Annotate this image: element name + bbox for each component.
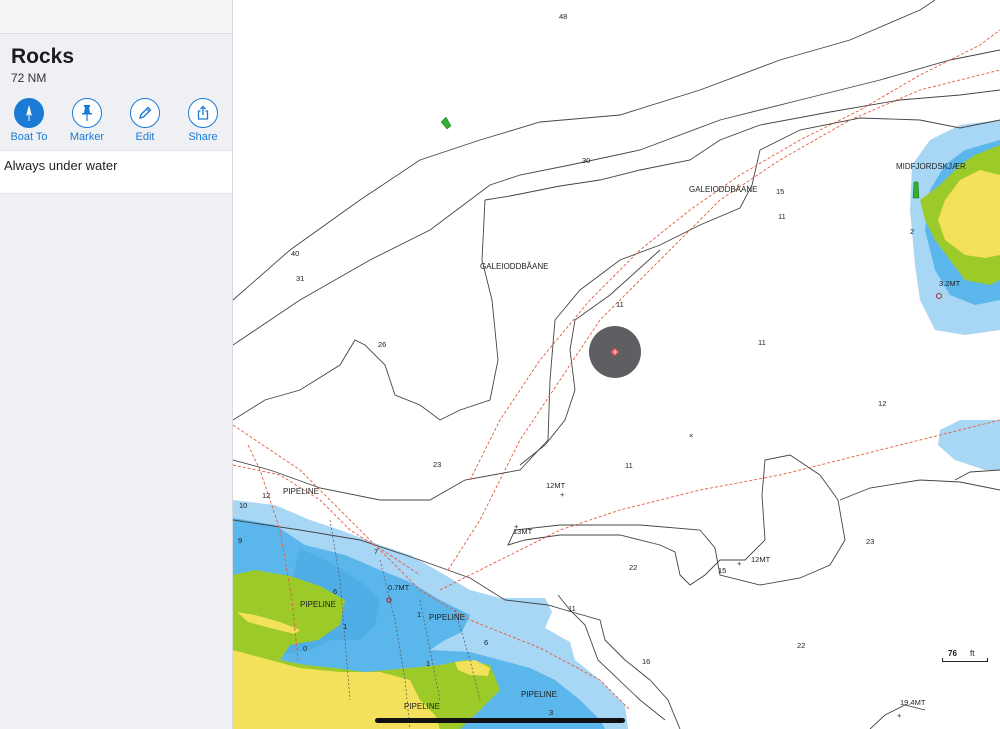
home-indicator[interactable] — [375, 718, 625, 723]
sounding: 30 — [582, 156, 590, 165]
boat-to-button[interactable]: Boat To — [4, 98, 54, 143]
svg-text:×: × — [689, 431, 693, 440]
svg-text:+: + — [560, 490, 565, 499]
nautical-chart[interactable]: × + + + + GALEIODDBÅANE GALEIODDBÅANE MI… — [233, 0, 1000, 729]
action-bar: Boat To Marker Edit Share — [0, 98, 232, 150]
sounding: 1 — [417, 610, 421, 619]
sounding: 23 — [866, 537, 874, 546]
green-buoy-icon — [440, 116, 452, 130]
depth-mark: 12MT — [546, 481, 566, 490]
marker-label: Marker — [69, 131, 105, 143]
sounding: 23 — [433, 460, 441, 469]
sounding: 11 — [625, 461, 633, 470]
scale-unit: ft — [970, 649, 975, 658]
distance-label: 72 NM — [11, 71, 47, 85]
svg-text:+: + — [737, 559, 742, 568]
sounding: 11 — [778, 212, 786, 221]
compass-icon — [14, 98, 44, 128]
info-panel: Rocks 72 NM Boat To Marker Edit Share Al… — [0, 0, 233, 729]
scale-bar: 76 ft — [942, 649, 988, 662]
share-button[interactable]: Share — [178, 98, 228, 143]
place-name: GALEIODDBÅANE — [689, 185, 757, 194]
share-icon — [188, 98, 218, 128]
sounding: 26 — [378, 340, 386, 349]
description-text: Always under water — [4, 158, 118, 173]
sounding: 10 — [239, 501, 247, 510]
sounding: 9 — [238, 536, 242, 545]
pipeline-label: PIPELINE — [300, 600, 336, 609]
sounding: 0 — [303, 644, 307, 653]
sounding: 12 — [262, 491, 270, 500]
panel-title: Rocks — [11, 45, 75, 68]
sounding: 3 — [549, 708, 553, 717]
depth-mark: 12MT — [751, 555, 771, 564]
sounding: 16 — [642, 657, 650, 666]
sounding: 11 — [758, 338, 766, 347]
sounding: 1 — [426, 659, 430, 668]
pipeline-label: PIPELINE — [429, 613, 465, 622]
pipeline-label: PIPELINE — [283, 487, 319, 496]
pipeline-label: PIPELINE — [521, 690, 557, 699]
sounding: 12 — [878, 399, 886, 408]
svg-text:+: + — [897, 711, 902, 720]
marker-button[interactable]: Marker — [62, 98, 112, 143]
panel-header-bar — [0, 0, 232, 34]
depth-mark: 0.7MT — [388, 583, 410, 592]
chart-canvas[interactable]: × + + + + GALEIODDBÅANE GALEIODDBÅANE MI… — [233, 0, 1000, 729]
sounding: 48 — [559, 12, 567, 21]
boat-to-label: Boat To — [10, 131, 48, 143]
sounding: 40 — [291, 249, 299, 258]
sounding: 15 — [718, 566, 726, 575]
place-name: MIDFJORDSKJÆR — [896, 162, 966, 171]
scale-value: 76 — [948, 649, 957, 658]
pipeline-label: PIPELINE — [404, 702, 440, 711]
sounding: 6 — [333, 587, 337, 596]
place-name: GALEIODDBÅANE — [480, 262, 548, 271]
sounding: 1 — [343, 622, 347, 631]
rock-depth-label: 3.2MT — [939, 279, 961, 288]
sounding: 22 — [797, 641, 805, 650]
sounding: 22 — [629, 563, 637, 572]
green-beacon-icon — [912, 181, 920, 199]
edit-button[interactable]: Edit — [120, 98, 170, 143]
share-label: Share — [188, 131, 218, 143]
sounding: 6 — [484, 638, 488, 647]
sounding: 11 — [616, 300, 624, 309]
pencil-icon — [130, 98, 160, 128]
depth-mark: 13MT — [513, 527, 533, 536]
scale-bar-line — [942, 658, 988, 662]
sounding: 11 — [568, 604, 576, 613]
description-box: Always under water — [0, 150, 232, 194]
sounding: 15 — [776, 187, 784, 196]
rock-symbols — [386, 293, 942, 603]
sounding: 7 — [374, 547, 378, 556]
pin-icon — [72, 98, 102, 128]
edit-label: Edit — [135, 131, 155, 143]
sounding: 19.4MT — [900, 698, 926, 707]
sounding: 31 — [296, 274, 304, 283]
sounding: 2 — [910, 227, 914, 236]
